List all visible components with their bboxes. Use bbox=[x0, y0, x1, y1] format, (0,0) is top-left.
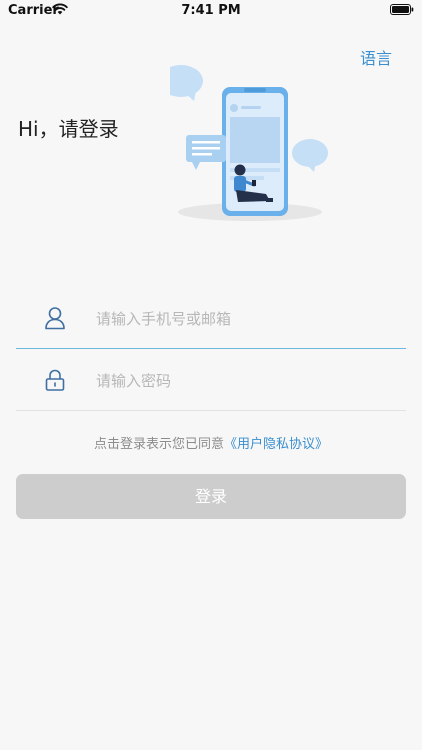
account-input[interactable] bbox=[94, 304, 398, 334]
privacy-agreement: 点击登录表示您已同意《用户隐私协议》 bbox=[0, 433, 422, 452]
login-button[interactable]: 登录 bbox=[16, 474, 406, 519]
clock: 7:41 PM bbox=[181, 3, 241, 18]
agreement-text: 点击登录表示您已同意 bbox=[93, 437, 224, 452]
battery-icon bbox=[390, 4, 414, 15]
page-title: Hi，请登录 bbox=[18, 117, 119, 141]
user-icon bbox=[45, 307, 65, 330]
privacy-policy-link[interactable]: 《用户隐私协议》 bbox=[224, 437, 328, 452]
status-bar: Carrier 7:41 PM bbox=[0, 0, 422, 22]
password-field bbox=[16, 352, 406, 411]
language-button[interactable]: 语言 bbox=[360, 45, 392, 69]
login-illustration bbox=[170, 65, 328, 221]
password-input[interactable] bbox=[94, 366, 398, 396]
lock-icon bbox=[45, 369, 65, 391]
account-field bbox=[16, 290, 406, 349]
